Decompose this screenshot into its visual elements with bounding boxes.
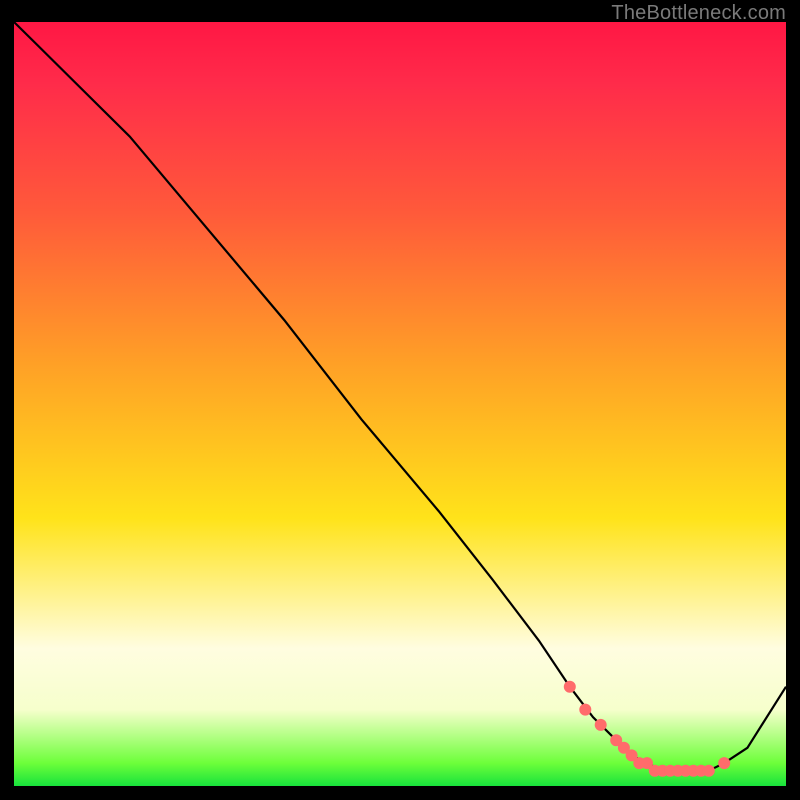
- chart-frame: TheBottleneck.com: [0, 0, 800, 800]
- marker-point: [595, 719, 607, 731]
- chart-svg: [14, 22, 786, 786]
- curve-line: [14, 22, 786, 771]
- marker-point: [703, 765, 715, 777]
- marker-point: [718, 757, 730, 769]
- marker-point: [579, 704, 591, 716]
- plot-area: [14, 22, 786, 786]
- marker-point: [564, 681, 576, 693]
- marker-group: [564, 681, 730, 777]
